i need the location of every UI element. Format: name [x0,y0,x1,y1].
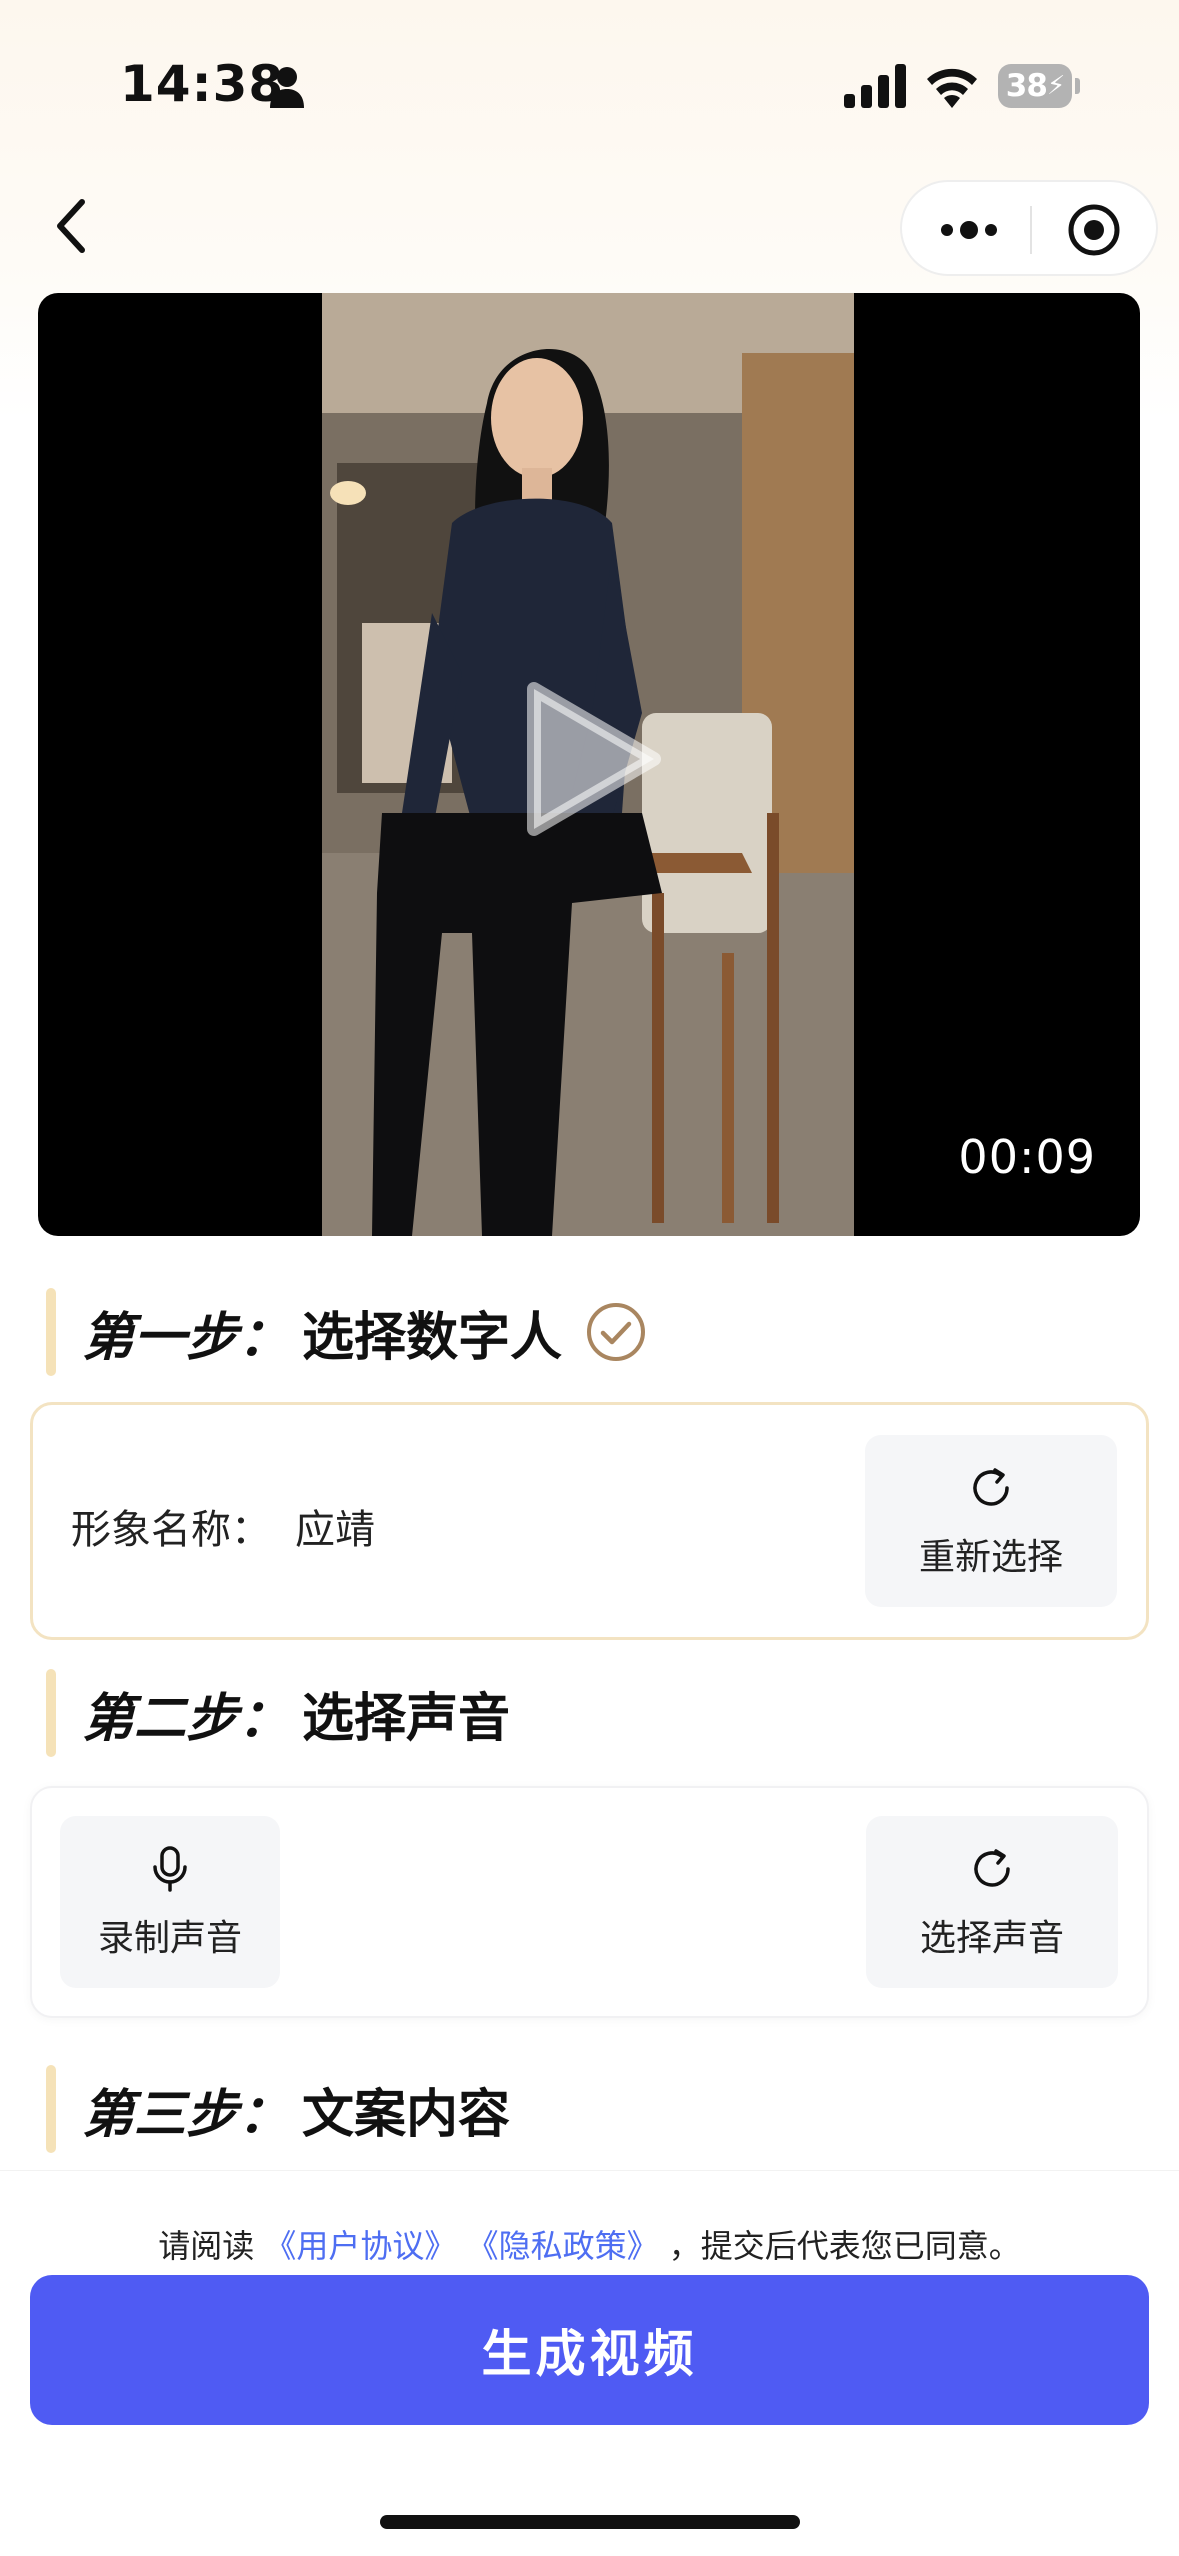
video-duration: 00:09 [958,1130,1096,1184]
step2-header: 第二步： 选择声音 [46,1668,510,1758]
step1-accent-bar [46,1288,56,1376]
status-bar: 14:38 38 ⚡ [0,0,1179,170]
step1-title: 选择数字人 [302,1307,563,1368]
step1-header: 第一步： 选择数字人 [46,1287,648,1377]
person-icon [270,67,304,108]
refresh-icon [974,1849,1010,1887]
agreement-text: 请阅读 《用户协议》 《隐私政策》 ，提交后代表您已同意。 [0,2221,1179,2267]
capsule-divider [1030,206,1032,254]
page: 14:38 38 ⚡ 00:09 第一步： 选择数字人 形象名称： 应靖 重新选… [0,0,1179,2556]
back-icon[interactable] [48,196,98,256]
step3-label: 第三步： [82,2084,291,2145]
check-circle-icon [587,1303,646,1361]
avatar-name-value: 应靖 [295,1507,375,1553]
agreement-suffix: ，提交后代表您已同意。 [668,2227,1021,2265]
user-agreement-link[interactable]: 《用户协议》 [264,2227,456,2265]
privacy-policy-link[interactable]: 《隐私政策》 [467,2227,659,2265]
step3-title: 文案内容 [302,2084,511,2145]
microphone-icon [153,1846,187,1892]
reselect-button[interactable]: 重新选择 [865,1435,1117,1607]
step2-label: 第二步： [82,1688,291,1749]
avatar-name-label: 形象名称： [71,1507,271,1553]
step2-accent-bar [46,1669,56,1757]
battery-level: 38 [1005,68,1048,104]
agreement-prefix: 请阅读 [158,2227,255,2265]
video-player[interactable]: 00:09 [38,293,1140,1236]
mini-program-capsule [900,180,1158,276]
reselect-label: 重新选择 [918,1537,1063,1578]
digital-human-card: 形象名称： 应靖 重新选择 [30,1402,1149,1640]
record-voice-button[interactable]: 录制声音 [60,1816,280,1988]
signal-icon [844,64,906,108]
wifi-icon [927,68,977,108]
target-icon[interactable] [1066,202,1122,258]
record-voice-label: 录制声音 [97,1918,242,1959]
select-voice-button[interactable]: 选择声音 [866,1816,1118,1988]
step1-label: 第一步： [82,1307,291,1368]
step3-accent-bar [46,2065,56,2153]
step2-title: 选择声音 [302,1688,511,1749]
home-indicator [380,2515,800,2529]
step3-header: 第三步： 文案内容 [46,2064,510,2154]
battery-charging-icon: 38 ⚡ [998,64,1080,108]
more-icon[interactable] [938,210,1000,250]
select-voice-label: 选择声音 [919,1918,1064,1959]
refresh-icon [973,1468,1009,1506]
status-time: 14:38 [120,55,285,113]
voice-card: 录制声音 选择声音 [30,1786,1149,2018]
bottom-bar: 请阅读 《用户协议》 《隐私政策》 ，提交后代表您已同意。 生成视频 [0,2170,1179,2556]
generate-video-button[interactable]: 生成视频 [30,2275,1149,2425]
play-icon[interactable] [516,677,666,842]
